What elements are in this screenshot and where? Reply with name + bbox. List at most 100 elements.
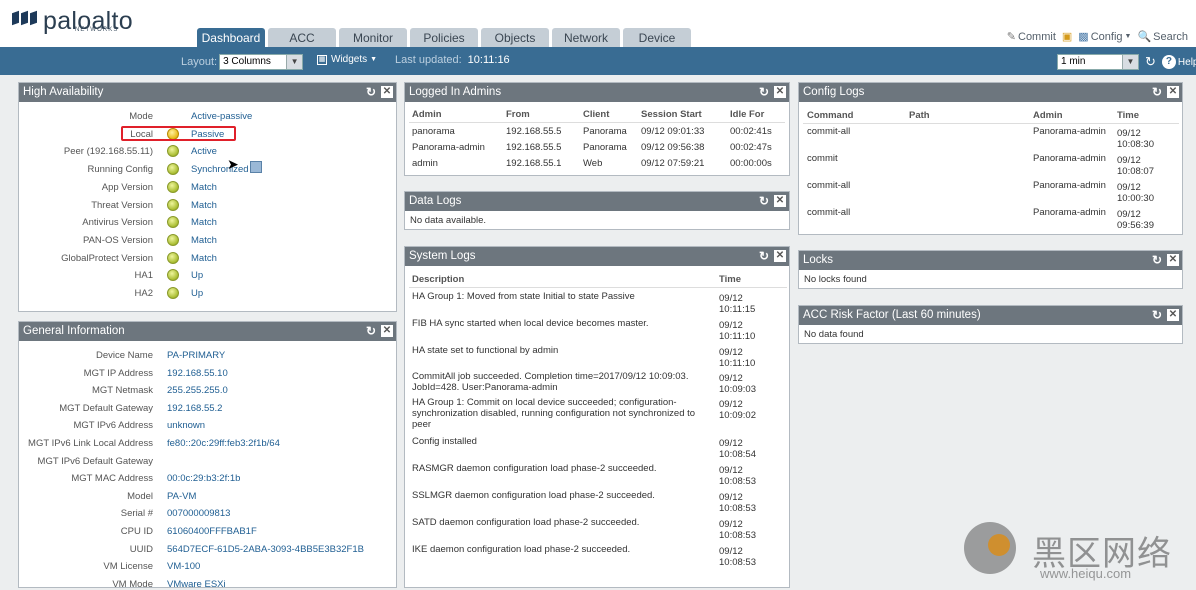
search-label: Search [1153, 30, 1188, 43]
commit-link[interactable]: ✎ Commit [1006, 30, 1056, 44]
table-header[interactable]: Path [909, 110, 930, 121]
refresh-icon[interactable]: ↻ [365, 86, 377, 98]
ha-row-value: Active [191, 146, 217, 158]
ha-row-key: HA2 [134, 288, 153, 299]
status-dot-icon [167, 163, 179, 176]
config-log-admin: Panorama-admin [1033, 126, 1106, 137]
config-label: Config [1090, 30, 1123, 43]
locks-widget: Locks ↻ ✕ No locks found [798, 250, 1183, 289]
tab-device[interactable]: Device [623, 28, 691, 47]
log-description: CommitAll job succeeded. Completion time… [412, 371, 689, 393]
logged-in-admins-widget: Logged In Admins ↻ ✕ Admin From Client Sessi… [404, 82, 790, 176]
log-date: 09/12 [719, 492, 743, 503]
table-header[interactable]: Time [1117, 110, 1139, 121]
locks-empty: No locks found [804, 274, 867, 285]
log-date: 09/12 [719, 546, 743, 557]
tab-network[interactable]: Network [552, 28, 620, 47]
table-header[interactable]: Command [807, 110, 853, 121]
ha-row-value: Active-passive [191, 111, 253, 122]
search-link[interactable]: 🔍 Search [1137, 30, 1188, 44]
config-log-time: 09:56:39 [1117, 220, 1154, 231]
refresh-icon[interactable]: ↻ [1151, 309, 1163, 321]
watermark-logo-accent-icon [988, 534, 1010, 556]
table-header[interactable]: Idle For [730, 109, 764, 120]
ha-row-value: Match [191, 252, 217, 264]
acc-risk-widget: ACC Risk Factor (Last 60 minutes) ↻ ✕ No … [798, 305, 1183, 344]
data-logs-empty: No data available. [410, 215, 487, 226]
log-time: 10:11:15 [719, 304, 756, 315]
log-description: IKE daemon configuration load phase-2 su… [412, 544, 631, 555]
table-header[interactable]: Session Start [641, 109, 702, 120]
ha-row-value: Match [191, 217, 217, 229]
refresh-icon[interactable]: ↻ [758, 250, 770, 262]
tab-dashboard[interactable]: Dashboard [197, 28, 265, 47]
close-icon[interactable]: ✕ [774, 195, 786, 207]
tab-monitor[interactable]: Monitor [339, 28, 407, 47]
config-menu[interactable]: ▩ Config ▼ [1078, 30, 1132, 44]
config-log-date: 09/12 [1117, 128, 1141, 139]
status-dot-icon [167, 269, 179, 282]
system-logs-widget: System Logs ↻ ✕ Description Time HA Group 1… [404, 246, 790, 588]
refresh-icon[interactable]: ↻ [758, 86, 770, 98]
layout-select[interactable]: 3 Columns ▼ [219, 54, 304, 70]
refresh-icon[interactable]: ↻ [1151, 254, 1163, 266]
log-time: 10:09:02 [719, 410, 756, 421]
general-row-key: UUID [129, 543, 153, 555]
table-header[interactable]: Description [412, 274, 464, 285]
ha-row-key: Running Config [87, 164, 154, 176]
last-updated-value: 10:11:16 [467, 54, 510, 66]
logo-mark-icon [12, 10, 39, 39]
refresh-interval-select[interactable]: 1 min ▼ [1057, 54, 1139, 70]
table-header[interactable]: Time [719, 274, 741, 285]
refresh-icon[interactable]: ↻ [758, 195, 770, 207]
ha-widget: High Availability ↻ ✕ Mode Active-passive L… [18, 82, 397, 312]
close-icon[interactable]: ✕ [774, 250, 786, 262]
paloalto-logo: paloalto [12, 9, 133, 39]
config-logs-header: Config Logs ↻ ✕ [799, 83, 1182, 102]
chevron-down-icon: ▼ [1124, 33, 1132, 40]
config-log-time: 10:00:30 [1117, 193, 1154, 204]
chevron-down-icon: ▼ [286, 55, 303, 69]
log-time: 10:11:10 [719, 358, 756, 369]
close-icon[interactable]: ✕ [1167, 254, 1179, 266]
tab-objects[interactable]: Objects [481, 28, 549, 47]
layout-control: Layout: 3 Columns ▼ [181, 54, 304, 70]
sync-icon[interactable] [250, 161, 262, 173]
log-date: 09/12 [719, 293, 743, 304]
config-icon: ▩ [1078, 31, 1089, 43]
refresh-icon[interactable]: ↻ [1145, 54, 1156, 70]
help-label[interactable]: Help [1178, 57, 1196, 68]
table-header[interactable]: Client [583, 109, 609, 120]
help-icon[interactable]: ? [1161, 55, 1176, 69]
general-row-value: 00:0c:29:b3:2f:1b [167, 473, 241, 485]
refresh-icon[interactable]: ↻ [365, 325, 377, 337]
tab-policies[interactable]: Policies [410, 28, 478, 47]
refresh-icon[interactable]: ↻ [1151, 86, 1163, 98]
table-header[interactable]: Admin [412, 109, 442, 120]
ha-row-key: GlobalProtect Version [61, 252, 153, 264]
ha-row-key: PAN-OS Version [82, 234, 153, 246]
top-bar: paloalto NETWORKS Dashboard ACC Monitor … [0, 0, 1196, 47]
close-icon[interactable]: ✕ [381, 86, 393, 98]
close-icon[interactable]: ✕ [774, 86, 786, 98]
divider [803, 123, 1179, 124]
close-icon[interactable]: ✕ [381, 325, 393, 337]
table-header[interactable]: Admin [1033, 110, 1063, 121]
table-cell: 00:02:41s [730, 126, 772, 137]
lock-icon[interactable]: ▣ [1062, 30, 1072, 43]
tab-acc[interactable]: ACC [268, 28, 336, 47]
ha-row-value: Match [191, 199, 217, 211]
ha-widget-header: High Availability ↻ ✕ [19, 83, 396, 102]
config-log-date: 09/12 [1117, 182, 1141, 193]
close-icon[interactable]: ✕ [1167, 309, 1179, 321]
table-header[interactable]: From [506, 109, 530, 120]
log-time: 10:08:54 [719, 449, 756, 460]
data-logs-header: Data Logs ↻ ✕ [405, 192, 789, 211]
commit-icon: ✎ [1006, 31, 1016, 43]
close-icon[interactable]: ✕ [1167, 86, 1179, 98]
general-row-key: MGT IP Address [83, 367, 153, 379]
general-row-value: 61060400FFFBAB1F [167, 526, 257, 537]
widgets-menu[interactable]: ▦ Widgets ▼ [317, 54, 377, 65]
table-cell: 192.168.55.1 [506, 158, 562, 169]
divider [409, 287, 787, 288]
